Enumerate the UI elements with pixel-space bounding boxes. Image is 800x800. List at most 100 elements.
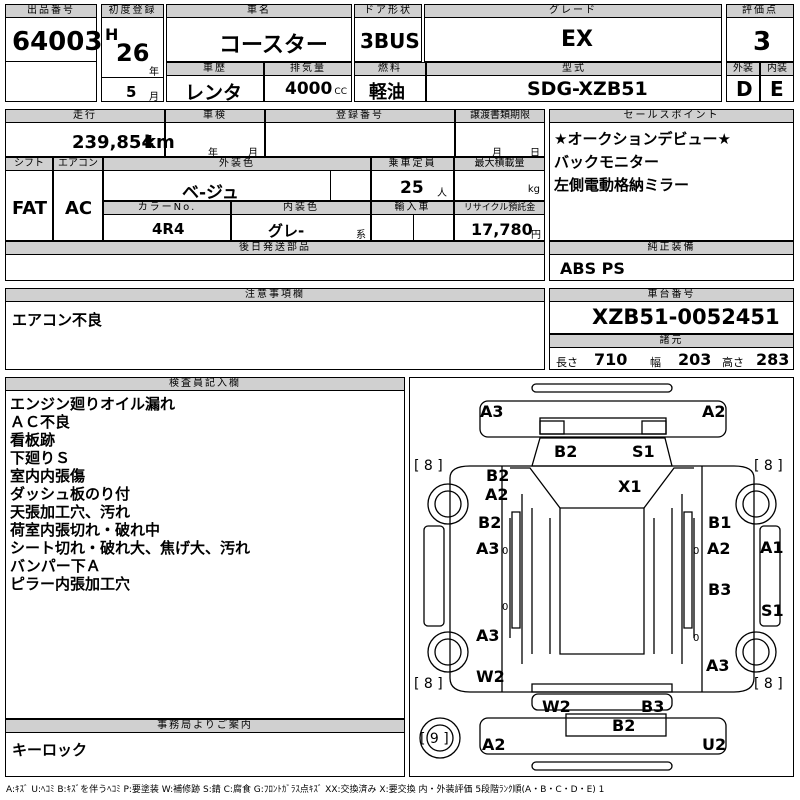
history-label: 車歴 [167, 63, 263, 76]
mark-right-b: B1 [708, 513, 732, 532]
exterior-color: ベ-ジュ [182, 183, 239, 203]
model-cell: 型式 SDG-XZB51 [426, 62, 722, 102]
interior-cell: 内装 E [760, 62, 794, 102]
mark-left-front-2: A2 [485, 485, 509, 504]
car-name-cell: 車名 コースター [166, 4, 352, 62]
grade: EX [561, 27, 593, 52]
inspector-line: 下廻りＳ [10, 449, 71, 467]
max-load-unit: kg [527, 184, 540, 195]
mileage-label: 走行 [6, 110, 164, 123]
sales-point: バックモニター [554, 153, 660, 171]
import-label: 輸入車 [372, 202, 453, 215]
inspector-line: ピラー内張加工穴 [10, 575, 131, 593]
inspector-line: バンパー下Ａ [10, 557, 101, 575]
later-parts-label: 後日発送部品 [6, 242, 544, 255]
max-load-label: 最大積載量 [455, 158, 544, 171]
first-registration-cell: 初度登録 H 26 年 5 月 [101, 4, 164, 103]
inspection-cell: 車検 年 月 [165, 109, 265, 159]
exterior-cell: 外装 D [726, 62, 760, 102]
color-number: 4R4 [152, 220, 185, 238]
year-unit: 年 [149, 67, 159, 78]
mark-right-side-a: A1 [760, 538, 784, 557]
width: 203 [678, 350, 712, 369]
mark-hood-right: S1 [632, 442, 655, 461]
interior-grade: E [770, 77, 784, 101]
tire-front-right: [ 8 ] [754, 458, 783, 474]
interior-color: グレ- [268, 222, 305, 240]
legend: A:ｷｽﾞ U:ﾍｺﾐ B:ｷｽﾞを伴うﾍｺﾐ P:要塗装 W:補修跡 S:錆 … [6, 785, 605, 795]
inspector-lines: エンジン廻りオイル漏れ ＡＣ不良 看板跡 下廻りＳ 室内内張傷 ダッシュ板のり付… [10, 395, 250, 593]
recycle-cell: リサイクル預託金 17,780 円 [454, 201, 545, 241]
door-label: ドア形状 [355, 5, 421, 18]
grade-cell: グレード EX [424, 4, 722, 62]
mark-left-front-1: B2 [486, 466, 510, 485]
spec-cell: 諸元 長さ 710 幅 203 高さ 283 [549, 334, 794, 370]
inspector-line: シート切れ・破れ大、焦げ大、汚れ [10, 539, 251, 557]
chassis-number: XZB51-0052451 [592, 305, 780, 329]
mark-right-side-s: S1 [761, 601, 784, 620]
month-unit: 月 [149, 92, 159, 103]
mark-roof: X1 [618, 477, 642, 496]
ac-label: エアコン [54, 158, 102, 171]
office-cell: 事務局よりご案内 キーロック [5, 719, 405, 777]
car-name-label: 車名 [167, 5, 351, 18]
interior-color-label: 内装色 [232, 202, 370, 215]
mark-small-o3: 0 [502, 602, 509, 613]
exterior-color-cell: 外装色 ベ-ジュ [103, 157, 371, 203]
inspector-line: 看板跡 [10, 431, 56, 449]
color-number-label: カラーNo. [104, 202, 230, 215]
mark-left-b: B2 [478, 513, 502, 532]
lot-number: 64003 [12, 27, 103, 57]
mileage: 239,854 [72, 132, 154, 153]
mark-front-right: A2 [702, 402, 726, 421]
sales-points-cell: セールスポイント ★オークションデビュー★ バックモニター 左側電動格納ミラー [549, 109, 794, 241]
length: 710 [594, 350, 628, 369]
mileage-cell: 走行 239,854 km [5, 109, 175, 157]
transfer-deadline-label: 譲渡書類期限 [456, 110, 544, 123]
recycle-unit: 円 [531, 230, 541, 241]
model-label: 型式 [427, 63, 721, 76]
mark-rear-right: U2 [702, 735, 727, 754]
capacity-unit: 人 [437, 188, 447, 199]
spec-label: 諸元 [550, 335, 793, 348]
notes-cell: 注意事項欄 エアコン不良 [5, 288, 545, 370]
door-cell: ドア形状 3BUS [354, 4, 422, 62]
mark-rear-left: A2 [482, 735, 506, 754]
lot-number-cell: 出品番号 64003 [5, 4, 102, 102]
chassis-label: 車台番号 [550, 289, 793, 302]
sales-points-label: セールスポイント [550, 110, 793, 123]
damage-diagram: [ 8 ] [ 8 ] [ 8 ] [ 8 ] [ 9 ] A3 A2 B2 S… [409, 377, 794, 777]
mark-right-a: A2 [707, 539, 731, 558]
length-label: 長さ [556, 356, 578, 369]
fuel: 軽油 [369, 82, 405, 103]
registration-number-label: 登録番号 [266, 110, 454, 123]
displacement-label: 排気量 [265, 63, 351, 76]
inspection-label: 車検 [166, 110, 264, 123]
history-cell: 車歴 レンタ [166, 62, 264, 104]
genuine-equipment-cell: 純正装備 ABS PS [549, 241, 794, 281]
office-label: 事務局よりご案内 [6, 720, 404, 733]
grade-label: グレード [425, 5, 721, 18]
shift-cell: シフト FAT [5, 157, 53, 241]
shift-label: シフト [6, 158, 52, 171]
tire-spare: [ 9 ] [420, 731, 449, 747]
mark-right-rear-a: A3 [706, 656, 730, 675]
reg-year: 26 [116, 39, 150, 67]
registration-number-cell: 登録番号 [265, 109, 455, 157]
inspector-line: 天張加工穴、汚れ [10, 503, 131, 521]
mark-small-o1: 0 [502, 546, 509, 557]
chassis-cell: 車台番号 XZB51-0052451 [549, 288, 794, 334]
later-parts-cell: 後日発送部品 [5, 241, 545, 281]
genuine-equipment: ABS PS [560, 259, 625, 278]
mark-small-o2: 0 [693, 546, 700, 557]
mark-left-a: A3 [476, 539, 500, 558]
score-label: 評価点 [727, 5, 793, 18]
sales-points-list: ★オークションデビュー★ バックモニター 左側電動格納ミラー [554, 128, 731, 197]
mark-front-left: A3 [480, 402, 504, 421]
model: SDG-XZB51 [527, 78, 648, 100]
displacement-cell: 排気量 4000 CC [264, 62, 352, 102]
first-registration-label: 初度登録 [102, 5, 163, 18]
inspector-cell: 検査員記入欄 エンジン廻りオイル漏れ ＡＣ不良 看板跡 下廻りＳ 室内内張傷 ダ… [5, 377, 405, 719]
bus-outline [419, 383, 781, 771]
height: 283 [756, 350, 790, 369]
